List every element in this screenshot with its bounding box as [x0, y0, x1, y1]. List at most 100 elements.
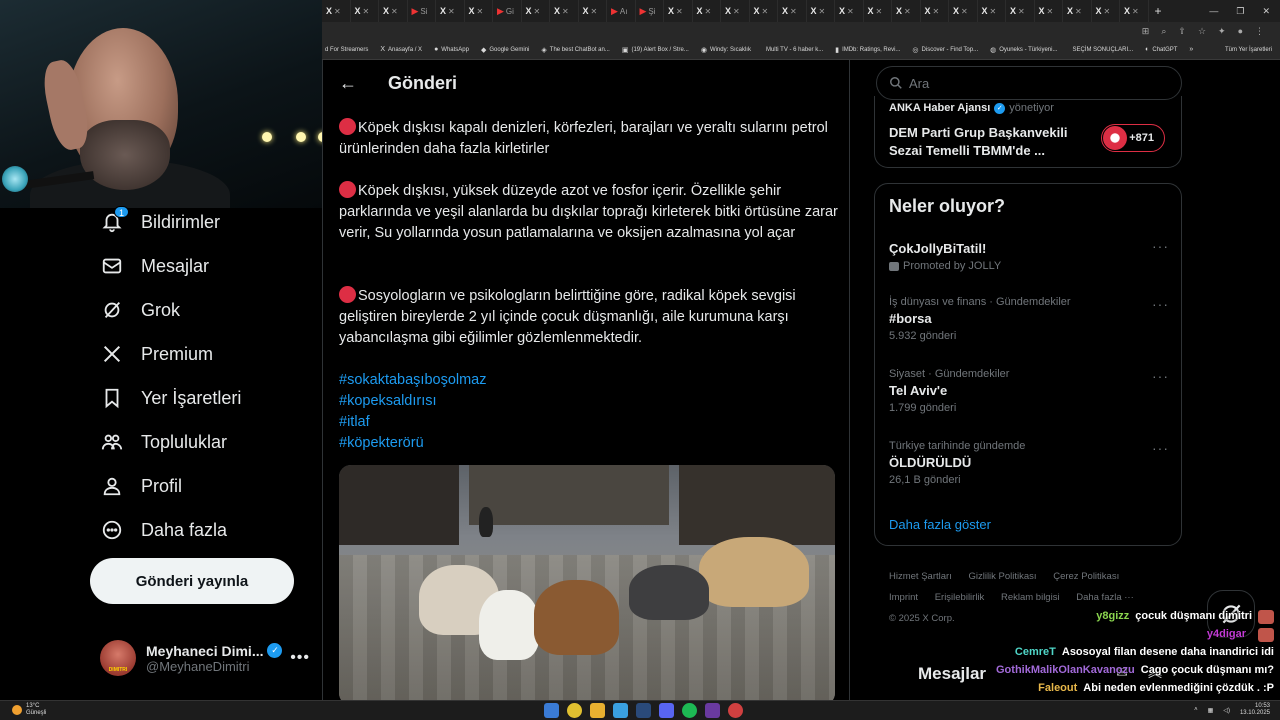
browser-tab[interactable]: ▶ Şi — [636, 0, 664, 22]
menu-icon[interactable]: ⋮ — [1255, 26, 1264, 37]
app-icon[interactable] — [728, 703, 743, 718]
browser-tab[interactable]: ▶ Aı — [607, 0, 636, 22]
account-switcher[interactable]: Meyhaneci Dimi...✓ @MeyhaneDimitri ••• — [100, 636, 310, 680]
nav-item-premium[interactable]: Premium — [88, 332, 308, 376]
browser-tab[interactable]: ▶ Gi — [493, 0, 522, 22]
tab-close-icon[interactable]: ✕ — [990, 7, 997, 16]
hashtag-link[interactable]: #köpekterörü — [339, 433, 487, 454]
folder-icon[interactable] — [590, 703, 605, 718]
account-more-icon[interactable]: ••• — [290, 649, 310, 667]
spotify-icon[interactable] — [682, 703, 697, 718]
browser-tab[interactable]: X ✕ — [921, 0, 949, 22]
new-tab-button[interactable]: + — [1149, 4, 1162, 18]
zoom-icon[interactable]: ⌕ — [1161, 26, 1166, 37]
tab-close-icon[interactable]: ✕ — [961, 7, 968, 16]
footer-link[interactable]: Daha fazla ··· — [1076, 592, 1134, 603]
tab-close-icon[interactable]: ✕ — [1132, 7, 1139, 16]
bookmark-item[interactable]: ◉ Windy: Sıcaklık — [701, 46, 751, 54]
browser-tab[interactable]: X ✕ — [1120, 0, 1149, 22]
nav-item-profile[interactable]: Profil — [88, 464, 308, 508]
weather-widget[interactable]: 13°C Güneşli — [12, 703, 46, 717]
bookmark-item[interactable]: Multi TV - 6 haber k... — [763, 47, 823, 53]
tab-close-icon[interactable]: ✕ — [363, 7, 370, 16]
tab-close-icon[interactable]: ✕ — [1075, 7, 1082, 16]
post-image[interactable] — [339, 465, 835, 700]
tab-close-icon[interactable]: ✕ — [562, 7, 569, 16]
clock[interactable]: 10:53 13.10.2025 — [1240, 703, 1270, 717]
bookmark-item[interactable]: ● WhatsApp — [434, 46, 469, 53]
tab-close-icon[interactable]: ✕ — [676, 7, 683, 16]
browser-tab[interactable]: X ✕ — [1092, 0, 1120, 22]
tab-close-icon[interactable]: ✕ — [448, 7, 455, 16]
tab-close-icon[interactable]: ✕ — [904, 7, 911, 16]
footer-link[interactable]: Erişilebilirlik — [935, 592, 985, 603]
chat-username[interactable]: y8gizz — [1096, 610, 1129, 624]
browser-tab[interactable]: X ✕ — [322, 0, 351, 22]
bookmark-item[interactable]: d For Streamers — [322, 47, 368, 53]
tab-close-icon[interactable]: ✕ — [391, 7, 398, 16]
star-icon[interactable]: ☆ — [1198, 26, 1206, 37]
chat-username[interactable]: GothikMalikOlanKavanozu — [996, 664, 1135, 676]
extensions-icon[interactable]: ⊞ — [1142, 26, 1150, 37]
profile-icon[interactable]: ● — [1238, 26, 1243, 36]
tab-close-icon[interactable]: ✕ — [591, 7, 598, 16]
browser-tab[interactable]: X ✕ — [579, 0, 607, 22]
tab-close-icon[interactable]: Aı — [620, 7, 628, 16]
browser-tab[interactable]: X ✕ — [721, 0, 750, 22]
tab-close-icon[interactable]: ✕ — [876, 7, 883, 16]
volume-icon[interactable]: ◁) — [1223, 707, 1230, 714]
steam-icon[interactable] — [636, 703, 651, 718]
browser-tab[interactable]: X ✕ — [664, 0, 693, 22]
bookmark-item[interactable]: ◐ ChatGPT — [1145, 46, 1177, 53]
bookmark-item[interactable]: X Anasayfa / X — [380, 46, 422, 53]
browser-tab[interactable]: X ✕ — [978, 0, 1006, 22]
nav-item-more[interactable]: Daha fazla — [88, 508, 308, 552]
trend-item[interactable]: Türkiye tarihinde gündemde ÖLDÜRÜLDÜ 26,… — [889, 440, 1169, 486]
browser-tab[interactable]: X ✕ — [892, 0, 921, 22]
tab-close-icon[interactable]: ✕ — [1047, 7, 1054, 16]
browser-tab[interactable]: X ✕ — [550, 0, 579, 22]
hashtag-link[interactable]: #itlaf — [339, 412, 487, 433]
browser-tab[interactable]: X ✕ — [436, 0, 465, 22]
browser-tab[interactable]: X ✕ — [949, 0, 978, 22]
bookmark-item[interactable]: SEÇİM SONUÇLARI... — [1069, 47, 1133, 53]
bookmark-item[interactable]: ◎ Discover - Find Top... — [912, 46, 978, 54]
edge-icon[interactable] — [613, 703, 628, 718]
obs-icon[interactable] — [705, 703, 720, 718]
footer-link[interactable]: Hizmet Şartları — [889, 571, 952, 582]
chat-username[interactable]: y4digar — [1207, 628, 1246, 642]
trend-more-icon[interactable]: ··· — [1152, 368, 1169, 384]
tab-close-icon[interactable]: ✕ — [1018, 7, 1025, 16]
footer-link[interactable]: Gizlilik Politikası — [968, 571, 1036, 582]
nav-item-bookmarks[interactable]: Yer İşaretleri — [88, 376, 308, 420]
bookmark-item[interactable]: ▮ IMDb: Ratings, Revi... — [835, 46, 900, 54]
network-icon[interactable]: ▦ — [1208, 707, 1214, 714]
browser-tab[interactable]: X ✕ — [864, 0, 892, 22]
discord-icon[interactable] — [659, 703, 674, 718]
nav-item-messages[interactable]: Mesajlar — [88, 244, 308, 288]
nav-item-communities[interactable]: Topluluklar — [88, 420, 308, 464]
tab-close-icon[interactable]: ✕ — [819, 7, 826, 16]
tab-close-icon[interactable]: ✕ — [847, 7, 854, 16]
browser-tab[interactable]: X ✕ — [1063, 0, 1092, 22]
trend-more-icon[interactable]: ··· — [1152, 296, 1169, 312]
tab-close-icon[interactable]: ✕ — [705, 7, 712, 16]
browser-tab[interactable]: X ✕ — [1035, 0, 1063, 22]
footer-link[interactable]: Reklam bilgisi — [1001, 592, 1060, 603]
minimize-button[interactable]: — — [1209, 6, 1218, 16]
hashtag-link[interactable]: #sokaktabaşıboşolmaz — [339, 370, 487, 391]
back-arrow-icon[interactable]: ← — [339, 73, 359, 94]
browser-tab[interactable]: X ✕ — [693, 0, 721, 22]
trend-more-icon[interactable]: ··· — [1152, 238, 1169, 254]
bookmark-item[interactable]: ▣ (19) Alert Box / Stre... — [622, 46, 689, 54]
share-icon[interactable]: ⇪ — [1178, 26, 1186, 37]
tab-close-icon[interactable]: ✕ — [733, 7, 740, 16]
nav-item-notifications[interactable]: 1 Bildirimler — [88, 200, 308, 244]
trend-item[interactable]: ÇokJollyBiTatil! Promoted by JOLLY ··· — [889, 238, 1169, 272]
news-card[interactable]: ANKA Haber Ajansı ✓ yönetiyor DEM Parti … — [874, 96, 1182, 168]
chat-username[interactable]: Faleout — [1038, 682, 1077, 694]
bookmark-item[interactable]: » — [1189, 46, 1196, 53]
bookmark-item[interactable]: ◍ Oyuneks - Türkiyeni... — [990, 46, 1057, 54]
tab-close-icon[interactable]: ✕ — [334, 7, 341, 16]
puzzle-icon[interactable]: ✦ — [1218, 26, 1226, 37]
